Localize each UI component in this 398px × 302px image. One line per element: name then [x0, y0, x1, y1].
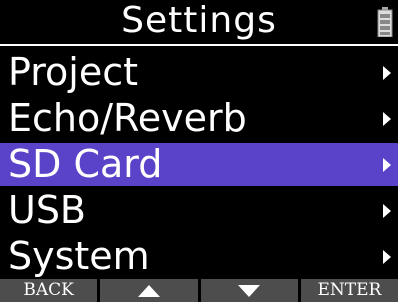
up-triangle-icon — [137, 284, 160, 297]
chevron-right-icon — [383, 250, 391, 264]
settings-menu: Project Echo/Reverb SD Card USB System — [0, 51, 398, 281]
footer-bar: BACK ENTER — [0, 279, 398, 302]
menu-item-echo-reverb[interactable]: Echo/Reverb — [0, 97, 398, 140]
back-button[interactable]: BACK — [0, 279, 98, 302]
chevron-right-icon — [383, 158, 391, 172]
header-divider — [0, 44, 398, 46]
menu-item-label: SD Card — [8, 142, 163, 186]
menu-item-project[interactable]: Project — [0, 51, 398, 94]
enter-button-label: ENTER — [317, 280, 382, 300]
menu-item-label: Project — [8, 50, 139, 94]
page-title: Settings — [121, 0, 277, 41]
chevron-right-icon — [383, 204, 391, 218]
menu-item-label: System — [8, 234, 150, 278]
chevron-right-icon — [383, 112, 391, 126]
menu-item-label: Echo/Reverb — [8, 96, 247, 140]
menu-item-system[interactable]: System — [0, 235, 398, 278]
menu-item-label: USB — [8, 188, 87, 232]
back-button-label: BACK — [23, 280, 74, 300]
down-button[interactable] — [200, 279, 298, 302]
down-triangle-icon — [238, 284, 261, 297]
header: Settings — [0, 0, 398, 42]
enter-button[interactable]: ENTER — [300, 279, 398, 302]
menu-item-sd-card[interactable]: SD Card — [0, 143, 398, 186]
menu-item-usb[interactable]: USB — [0, 189, 398, 232]
battery-icon — [377, 7, 393, 37]
chevron-right-icon — [383, 66, 391, 80]
up-button[interactable] — [100, 279, 198, 302]
